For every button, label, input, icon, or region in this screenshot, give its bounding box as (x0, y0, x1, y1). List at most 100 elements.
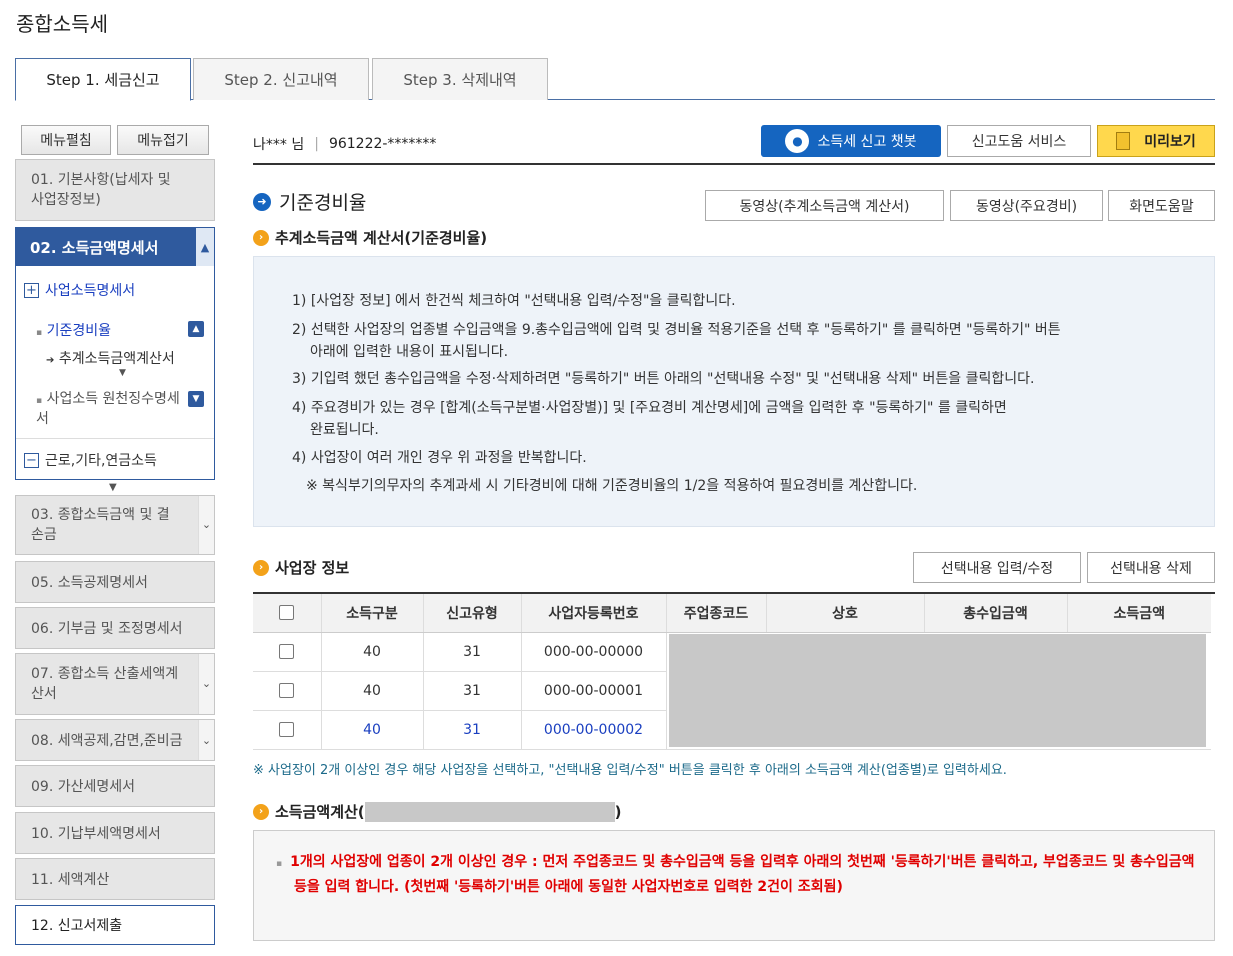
sidebar-sub-estimate[interactable]: ➔ 추계소득금액계산서 (46, 348, 175, 368)
sidebar-item-11[interactable]: 11. 세액계산 (15, 858, 215, 900)
sidebar-sub-other[interactable]: − 근로,기타,연금소득 (24, 450, 157, 470)
sidebar-item-label: 12. 신고서제출 (31, 918, 123, 934)
user-id: 961222-******* (328, 136, 437, 152)
table-row[interactable]: 40 31 000-00-00000 (253, 632, 1211, 750)
report-type-cell[interactable]: 31 (422, 710, 521, 750)
instruction-line: 4) 주요경비가 있는 경우 [합계(소득구분별·사업장별)] 및 [주요경비 … (292, 400, 1007, 416)
income-section-title: › 소득금액계산( ) (253, 801, 622, 822)
sidebar-item-label: 08. 세액공제,감면,준비금 (31, 733, 183, 749)
redacted-cell (665, 632, 1211, 750)
sidebar-item-label: 01. 기본사항(납세자 및 사업장정보) (31, 172, 171, 208)
biz-number-cell: 000-00-00000 (520, 632, 666, 672)
edit-selection-button[interactable]: 선택내용 입력/수정 (913, 552, 1081, 583)
instruction-line: 완료됩니다. (310, 422, 379, 438)
column-header: 사업자등록번호 (520, 594, 666, 633)
instruction-line: ※ 복식부기의무자의 추계과세 시 기타경비에 대해 기준경비율의 1/2을 적… (306, 478, 918, 494)
biz-table-wrap: 소득구분 신고유형 사업자등록번호 주업종코드 상호 총수입금액 소득금액 40… (253, 592, 1215, 750)
calc-section-title: › 추계소득금액 계산서(기준경비율) (253, 227, 487, 248)
sidebar-item-label: 11. 세액계산 (31, 872, 110, 888)
video-estimate-button[interactable]: 동영상(추계소득금액 계산서) (705, 190, 944, 221)
sidebar-item-07[interactable]: 07. 종합소득 산출세액계산서 ⌄ (15, 653, 215, 715)
chevron-down-icon[interactable]: ⌄ (198, 496, 214, 554)
chatbot-icon: ● (785, 129, 810, 153)
sidebar-sub-label: 근로,기타,연금소득 (45, 453, 157, 469)
preview-button[interactable]: 미리보기 (1097, 125, 1215, 157)
column-header: 상호 (765, 594, 924, 633)
biz-table: 소득구분 신고유형 사업자등록번호 주업종코드 상호 총수입금액 소득금액 40… (253, 594, 1211, 750)
arrow-circle-icon: ➜ (253, 192, 271, 211)
chevron-down-icon[interactable]: ⌄ (198, 654, 214, 714)
row-checkbox[interactable] (279, 722, 295, 737)
table-note: ※ 사업장이 2개 이상인 경우 해당 사업장을 선택하고, "선택내용 입력/… (253, 763, 1007, 778)
help-service-button[interactable]: 신고도움 서비스 (947, 125, 1091, 157)
chevron-down-icon: ▼ (109, 482, 117, 493)
select-all-cell (253, 594, 321, 633)
dot-icon: ▪ (36, 396, 43, 406)
divider (16, 438, 214, 439)
sidebar-item-12[interactable]: 12. 신고서제출 (15, 905, 215, 945)
orange-bullet-icon: › (253, 229, 269, 246)
section-title-text: 소득금액계산( (275, 803, 365, 821)
dot-icon: ▪ (276, 859, 283, 869)
instruction-line: 1) [사업장 정보] 에서 한건씩 체크하여 "선택내용 입력/수정"을 클릭… (292, 293, 736, 309)
sidebar-item-08[interactable]: 08. 세액공제,감면,준비금 ⌄ (15, 719, 215, 761)
row-checkbox-cell (253, 710, 321, 750)
row-checkbox[interactable] (279, 644, 295, 659)
chevron-up-icon[interactable]: ▲ (188, 321, 204, 337)
video-major-button[interactable]: 동영상(주요경비) (950, 190, 1103, 221)
chatbot-button[interactable]: ● 소득세 신고 챗봇 (761, 125, 941, 157)
screen-help-button[interactable]: 화면도움말 (1108, 190, 1215, 221)
user-name: 나*** 님 (253, 137, 305, 153)
column-header: 주업종코드 (665, 594, 766, 633)
redacted-block (364, 801, 615, 822)
section-title-text: 사업장 정보 (275, 559, 350, 577)
sidebar-item-06[interactable]: 06. 기부금 및 조정명세서 (15, 607, 215, 649)
sidebar-item-label: 07. 종합소득 산출세액계산서 (31, 666, 179, 702)
sidebar-sub-standard[interactable]: ▪ 기준경비율 (36, 320, 111, 340)
row-checkbox-cell (253, 632, 321, 672)
orange-bullet-icon: › (253, 803, 269, 820)
chatbot-label: 소득세 신고 챗봇 (817, 134, 917, 150)
dot-icon: ▪ (36, 328, 43, 338)
page-title: 종합소득세 (16, 12, 108, 36)
sidebar-item-label: 05. 소득공제명세서 (31, 575, 148, 591)
sidebar-item-02[interactable]: 02. 소득금액명세서 ▲ (16, 228, 214, 266)
column-header: 소득금액 (1066, 594, 1211, 633)
biz-number-cell[interactable]: 000-00-00002 (520, 710, 666, 750)
tab-step2[interactable]: Step 2. 신고내역 (193, 58, 369, 100)
sidebar-item-label: 10. 기납부세액명세서 (31, 826, 161, 842)
section-title-text: 추계소득금액 계산서(기준경비율) (275, 229, 488, 247)
sidebar-sub-business[interactable]: + 사업소득명세서 (24, 280, 135, 300)
chevron-down-icon[interactable]: ▼ (188, 391, 204, 407)
document-icon (1116, 132, 1131, 150)
table-header-row: 소득구분 신고유형 사업자등록번호 주업종코드 상호 총수입금액 소득금액 (253, 594, 1211, 633)
row-checkbox[interactable] (279, 683, 295, 698)
instructions-box: 1) [사업장 정보] 에서 한건씩 체크하여 "선택내용 입력/수정"을 클릭… (253, 256, 1215, 527)
tab-step1[interactable]: Step 1. 세금신고 (15, 58, 191, 101)
tab-step3[interactable]: Step 3. 삭제내역 (372, 58, 548, 100)
user-info: 나*** 님 | 961222-******* (253, 134, 436, 154)
income-type-cell[interactable]: 40 (320, 710, 423, 750)
sidebar-item-03[interactable]: 03. 종합소득금액 및 결손금 ⌄ (15, 495, 215, 555)
minus-box-icon: − (24, 452, 39, 468)
sidebar-item-09[interactable]: 09. 가산세명세서 (15, 765, 215, 807)
delete-selection-button[interactable]: 선택내용 삭제 (1087, 552, 1215, 583)
sidebar-sub-label: 추계소득금액계산서 (58, 351, 175, 367)
plus-box-icon: + (24, 282, 39, 298)
chevron-down-icon[interactable]: ⌄ (198, 720, 214, 760)
redacted-block (668, 634, 1206, 747)
menu-collapse-button[interactable]: 메뉴접기 (117, 125, 209, 155)
section-title-text: ) (614, 802, 622, 821)
sidebar-item-label: 06. 기부금 및 조정명세서 (31, 621, 183, 637)
sidebar-item-05[interactable]: 05. 소득공제명세서 (15, 561, 215, 603)
header-divider (253, 163, 1215, 165)
page-heading: 기준경비율 (279, 192, 367, 214)
sidebar-item-01[interactable]: 01. 기본사항(납세자 및 사업장정보) (15, 159, 215, 221)
chevron-up-icon[interactable]: ▲ (196, 228, 214, 266)
sidebar-item-10[interactable]: 10. 기납부세액명세서 (15, 812, 215, 854)
sidebar-sub-withholding[interactable]: ▪ 사업소득 원천징수명세서 (36, 390, 186, 428)
menu-expand-button[interactable]: 메뉴펼침 (21, 125, 111, 155)
select-all-checkbox[interactable] (279, 605, 295, 621)
column-header: 소득구분 (320, 594, 423, 633)
warning-message: 1개의 사업장에 업종이 2개 이상인 경우 : 먼저 주업종코드 및 총수입금… (290, 854, 1195, 895)
